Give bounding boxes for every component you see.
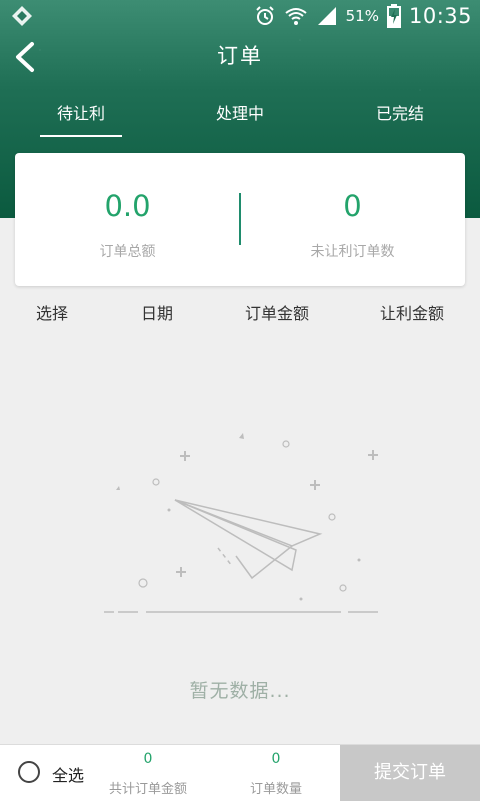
column-header-order-amount: 订单金额 (245, 304, 310, 323)
wifi-icon (285, 8, 307, 25)
tab-pending-discount[interactable]: 待让利 (40, 96, 122, 137)
tab-completed[interactable]: 已完结 (360, 96, 440, 136)
total-amount-block: 0.0 订单总额 (15, 153, 240, 286)
tab-processing[interactable]: 处理中 (200, 96, 280, 136)
bottom-bar: 全选 0 共计订单金额 0 订单数量 提交订单 (0, 744, 480, 801)
summary-card: 0.0 订单总额 0 未让利订单数 (15, 153, 465, 286)
pending-count-label: 未让利订单数 (310, 244, 395, 260)
select-all-label[interactable]: 全选 (52, 762, 84, 786)
total-order-amount-value: 0 (143, 751, 153, 767)
pending-count-block: 0 未让利订单数 (240, 153, 465, 286)
table-header: 选择 日期 订单金额 让利金额 (0, 298, 480, 330)
total-order-amount-stat: 0 共计订单金额 (93, 745, 203, 801)
order-count-value: 0 (271, 751, 281, 767)
clock: 10:35 (408, 4, 472, 28)
page-title: 订单 (217, 44, 263, 68)
order-count-label: 订单数量 (249, 782, 302, 797)
battery-charging-icon (386, 4, 401, 28)
column-header-date: 日期 (141, 304, 174, 323)
signal-icon (317, 7, 336, 25)
total-amount-value: 0.0 (104, 189, 151, 223)
tab-bar: 待让利 处理中 已完结 (0, 96, 480, 137)
empty-state-text: 暂无数据... (189, 680, 291, 702)
total-order-amount-label: 共计订单金额 (108, 782, 187, 797)
submit-order-button[interactable]: 提交订单 (340, 745, 480, 801)
alarm-icon (255, 6, 274, 25)
order-count-stat: 0 订单数量 (221, 745, 331, 801)
select-all-radio[interactable] (18, 761, 40, 783)
pending-count-value: 0 (343, 189, 362, 223)
column-header-discount-amount: 让利金额 (380, 304, 445, 323)
column-header-select: 选择 (36, 304, 69, 323)
app-logo-icon (12, 6, 32, 26)
status-bar: 51% 10:35 (0, 0, 480, 32)
total-amount-label: 订单总额 (99, 244, 156, 260)
battery-percent: 51% (345, 7, 379, 25)
paper-plane-icon (104, 433, 378, 613)
